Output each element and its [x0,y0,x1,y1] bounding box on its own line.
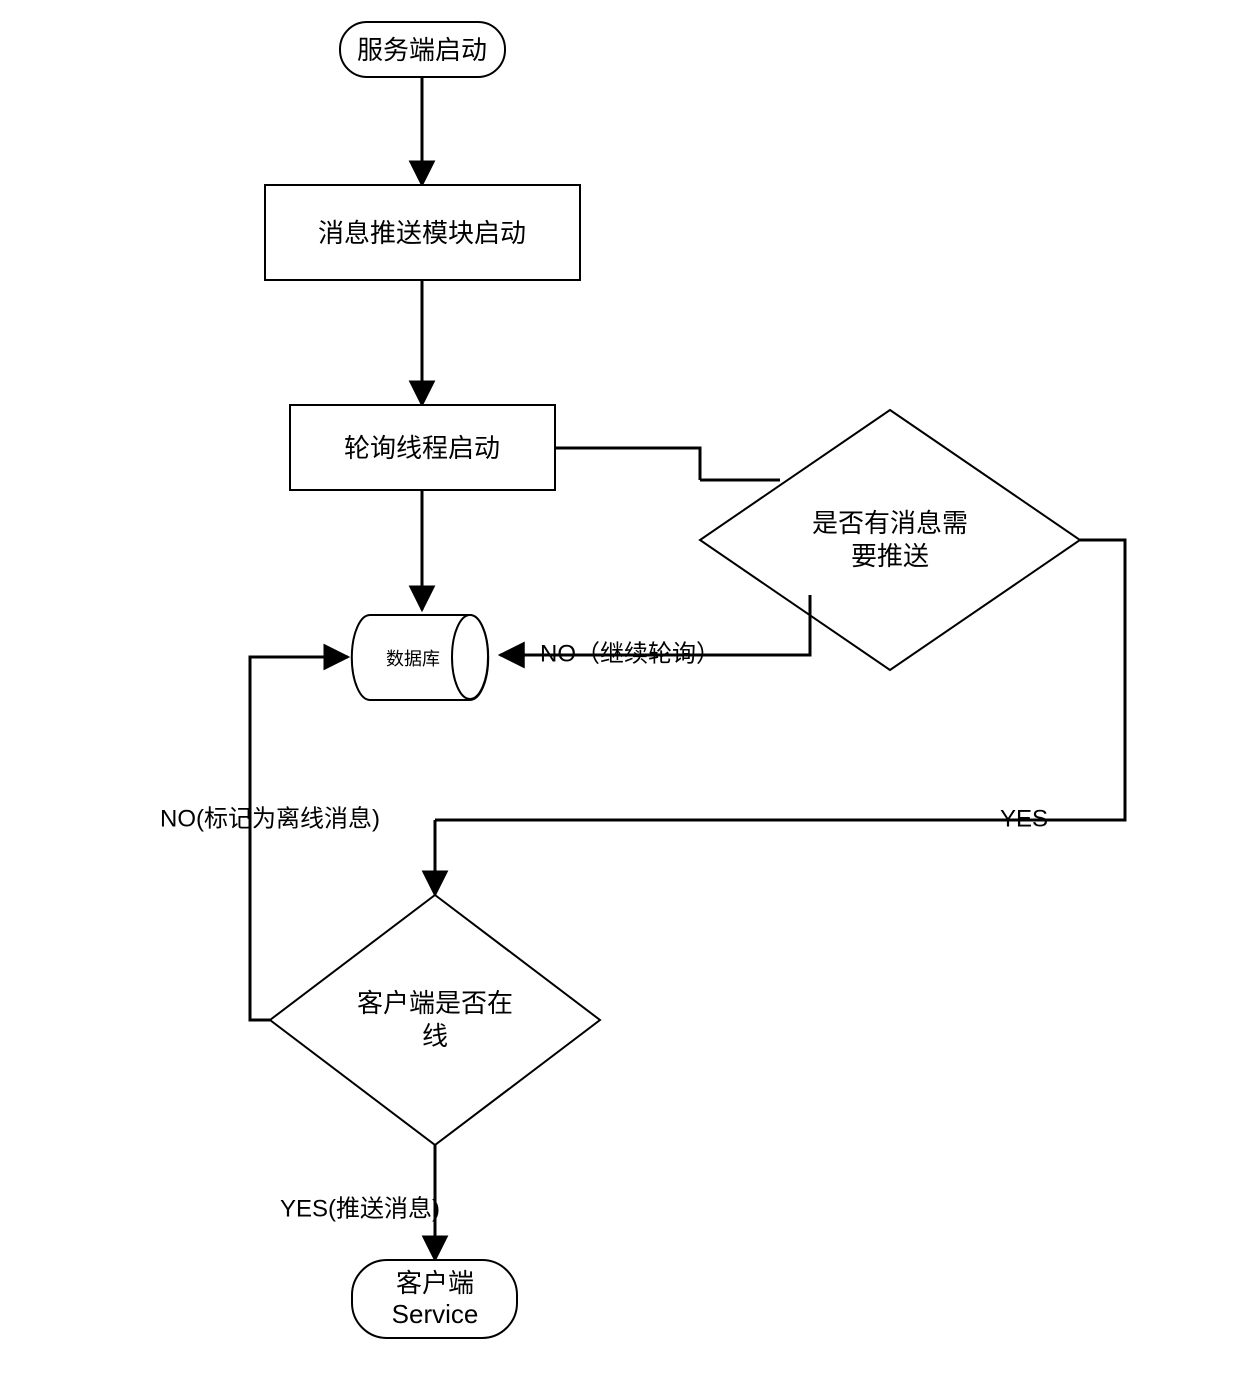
node-start: 服务端启动 [340,22,505,77]
node-client-online-label-2: 线 [422,1021,448,1051]
node-client-online-label-1: 客户端是否在 [357,988,513,1018]
edge-no-offline [250,657,348,1020]
node-has-message-label-1: 是否有消息需 [812,508,968,538]
node-end-label-2: Service [392,1299,479,1329]
node-push-module-label: 消息推送模块启动 [318,218,526,248]
edge-no-continue-label: NO（继续轮询） [540,640,720,667]
edge-pollthread-to-decision [555,448,700,480]
node-end-label-1: 客户端 [396,1268,474,1298]
edge-yes-push-label: YES(推送消息) [280,1195,440,1222]
node-client-online: 客户端是否在 线 [270,895,600,1145]
edge-yes-has-label: YES [1000,805,1048,832]
node-database-label: 数据库 [386,649,440,669]
node-poll-thread-label: 轮询线程启动 [344,433,500,463]
edge-no-offline-label: NO(标记为离线消息) [160,805,380,832]
node-poll-thread: 轮询线程启动 [290,405,555,490]
node-has-message-label-2: 要推送 [851,541,929,571]
flowchart: 服务端启动 消息推送模块启动 轮询线程启动 是否有消息需 要推送 数据库 NO（… [0,0,1240,1391]
node-push-module: 消息推送模块启动 [265,185,580,280]
node-has-message: 是否有消息需 要推送 [700,410,1080,670]
node-start-label: 服务端启动 [357,35,487,65]
node-database: 数据库 [352,615,488,700]
node-end: 客户端 Service [352,1260,517,1338]
